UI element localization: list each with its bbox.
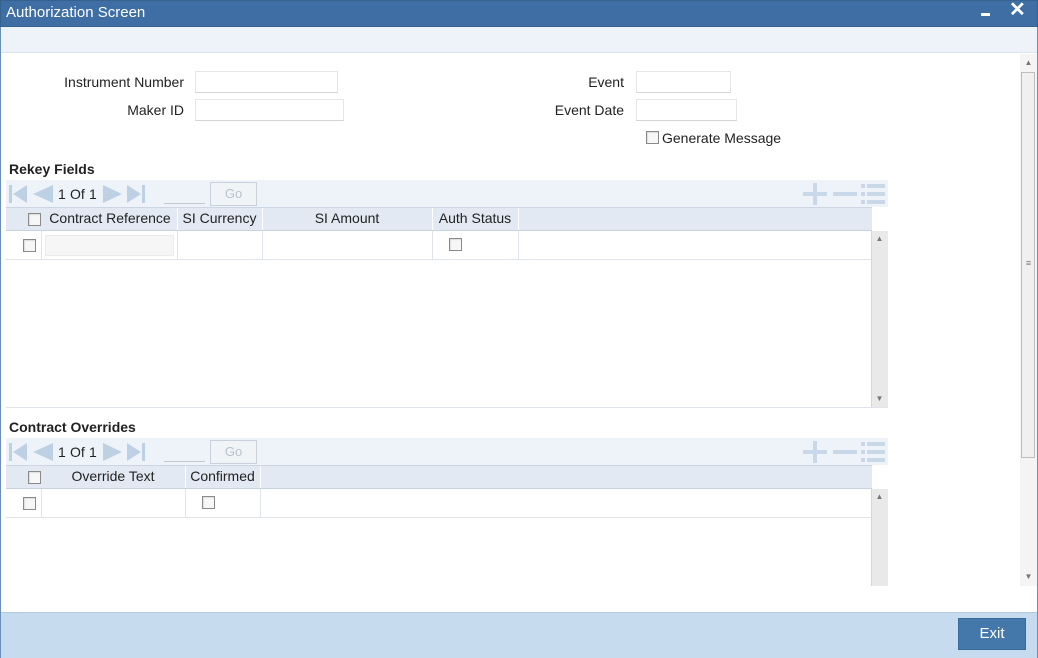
overrides-pager-total: 1 bbox=[89, 444, 97, 460]
window-frame-left bbox=[0, 27, 1, 658]
title-bar bbox=[0, 0, 1038, 27]
overrides-select-all-checkbox[interactable] bbox=[28, 471, 41, 484]
cell-divider bbox=[185, 489, 186, 518]
window-title: Authorization Screen bbox=[6, 4, 146, 21]
delete-row-icon[interactable] bbox=[833, 450, 857, 454]
page-scroll-down-icon[interactable]: ▼ bbox=[1021, 572, 1036, 581]
event-label: Event bbox=[588, 74, 624, 90]
maker-id-field[interactable] bbox=[195, 99, 344, 121]
last-page-icon[interactable] bbox=[127, 185, 145, 203]
minimize-button[interactable] bbox=[979, 1, 995, 21]
row-select-checkbox[interactable] bbox=[23, 239, 36, 252]
instrument-number-field[interactable] bbox=[195, 71, 338, 93]
cell-divider bbox=[177, 231, 178, 260]
contract-overrides-title: Contract Overrides bbox=[9, 419, 136, 435]
row-divider bbox=[6, 259, 872, 260]
contract-reference-cell-input[interactable] bbox=[45, 235, 174, 256]
event-field[interactable] bbox=[636, 71, 731, 93]
cell-divider bbox=[262, 231, 263, 260]
cell-divider bbox=[432, 231, 433, 260]
rekey-page-input[interactable] bbox=[164, 183, 205, 204]
col-auth-status[interactable]: Auth Status bbox=[432, 207, 518, 229]
rekey-select-all-checkbox[interactable] bbox=[28, 213, 41, 226]
table-row bbox=[6, 489, 872, 518]
rekey-go-button[interactable]: Go bbox=[210, 182, 257, 206]
first-page-icon[interactable] bbox=[9, 185, 27, 203]
rekey-fields-title: Rekey Fields bbox=[9, 161, 95, 177]
last-page-icon[interactable] bbox=[127, 443, 145, 461]
next-page-icon[interactable] bbox=[103, 443, 122, 461]
scroll-down-icon[interactable]: ▼ bbox=[872, 394, 887, 403]
row-divider bbox=[6, 517, 872, 518]
scroll-grip-icon: ≡ bbox=[1025, 258, 1032, 268]
generate-message-checkbox[interactable] bbox=[646, 131, 659, 144]
prev-page-icon[interactable] bbox=[33, 185, 53, 203]
overrides-grid-scrollbar[interactable] bbox=[871, 489, 888, 586]
overrides-go-button[interactable]: Go bbox=[210, 440, 257, 464]
overrides-pager-current: 1 bbox=[58, 444, 66, 460]
cell-divider bbox=[41, 489, 42, 518]
rekey-row-actions bbox=[803, 183, 885, 205]
scroll-up-icon[interactable]: ▲ bbox=[872, 234, 887, 243]
footer-bar bbox=[1, 612, 1037, 658]
confirmed-checkbox[interactable] bbox=[202, 496, 215, 509]
instrument-number-label: Instrument Number bbox=[64, 74, 184, 90]
add-row-icon[interactable] bbox=[803, 441, 827, 463]
rekey-pager-total: 1 bbox=[89, 186, 97, 202]
rekey-pager-current: 1 bbox=[58, 186, 66, 202]
col-si-currency[interactable]: SI Currency bbox=[177, 207, 262, 229]
auth-status-checkbox[interactable] bbox=[449, 238, 462, 251]
prev-page-icon[interactable] bbox=[33, 443, 53, 461]
close-button[interactable]: ✕ bbox=[1009, 0, 1027, 22]
cell-divider bbox=[518, 231, 519, 260]
col-divider bbox=[518, 208, 519, 230]
first-page-icon[interactable] bbox=[9, 443, 27, 461]
single-view-icon[interactable] bbox=[861, 184, 885, 204]
overrides-pager-of: Of bbox=[70, 444, 85, 460]
next-page-icon[interactable] bbox=[103, 185, 122, 203]
overrides-page-input[interactable] bbox=[164, 441, 205, 462]
cell-divider bbox=[260, 489, 261, 518]
rekey-grid-bottom bbox=[6, 407, 888, 408]
page-scroll-up-icon[interactable]: ▲ bbox=[1021, 58, 1036, 67]
event-date-label: Event Date bbox=[554, 102, 624, 118]
rekey-grid-scrollbar[interactable] bbox=[871, 231, 888, 407]
col-si-amount[interactable]: SI Amount bbox=[262, 207, 432, 229]
scroll-up-icon[interactable]: ▲ bbox=[872, 492, 887, 501]
row-select-checkbox[interactable] bbox=[23, 497, 36, 510]
col-override-text[interactable]: Override Text bbox=[41, 465, 185, 487]
generate-message-label: Generate Message bbox=[662, 130, 782, 146]
col-confirmed[interactable]: Confirmed bbox=[185, 465, 260, 487]
delete-row-icon[interactable] bbox=[833, 192, 857, 196]
toolbar-strip bbox=[1, 27, 1037, 53]
add-row-icon[interactable] bbox=[803, 183, 827, 205]
cell-divider bbox=[41, 231, 42, 260]
maker-id-label: Maker ID bbox=[127, 102, 184, 118]
single-view-icon[interactable] bbox=[861, 442, 885, 462]
rekey-pager-of: Of bbox=[70, 186, 85, 202]
col-contract-reference[interactable]: Contract Reference bbox=[43, 207, 177, 229]
overrides-row-actions bbox=[803, 441, 885, 463]
event-date-field[interactable] bbox=[636, 99, 737, 121]
exit-button[interactable]: Exit bbox=[958, 618, 1026, 650]
col-divider bbox=[260, 466, 261, 488]
